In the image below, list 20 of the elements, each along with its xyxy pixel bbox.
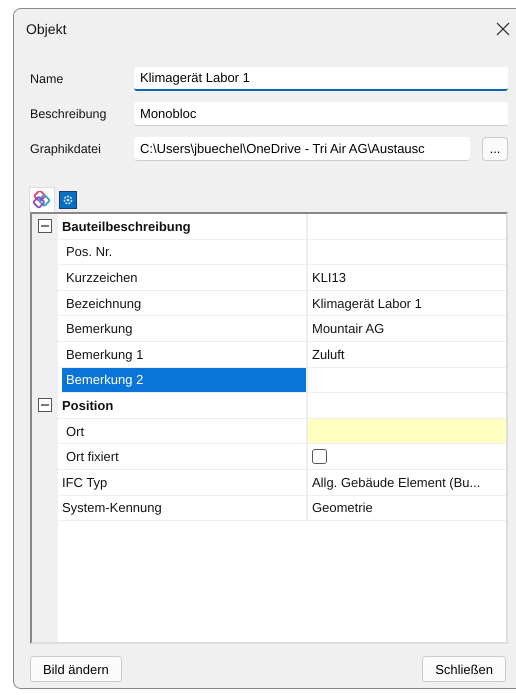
input-field[interactable]: C:\Users\jbuechel\OneDrive - Tri Air AG\Austausc [134,136,470,160]
tab[interactable] [56,188,80,212]
dialog-button[interactable]: Schließen [422,656,506,682]
checkbox[interactable] [312,449,327,464]
browse-button[interactable]: ... [482,136,508,160]
gear-icon [59,191,77,209]
field-label: Name [30,72,64,86]
interlocked-squares-icon [33,191,51,209]
collapse-icon[interactable] [38,219,52,234]
window-title: Objekt [26,21,66,37]
property-name[interactable]: Bemerkung 2 [62,368,308,392]
collapse-icon[interactable] [38,398,52,412]
input-field[interactable]: Monobloc [134,102,508,126]
input-field[interactable]: Klimagerät Labor 1 [134,66,508,90]
close-icon[interactable] [496,22,510,36]
highlighted-value-cell[interactable] [308,418,506,444]
dialog-button[interactable]: Bild ändern [30,656,122,682]
field-label: Graphikdatei [30,142,102,156]
field-label: Beschreibung [30,106,108,120]
tab[interactable] [30,188,54,212]
